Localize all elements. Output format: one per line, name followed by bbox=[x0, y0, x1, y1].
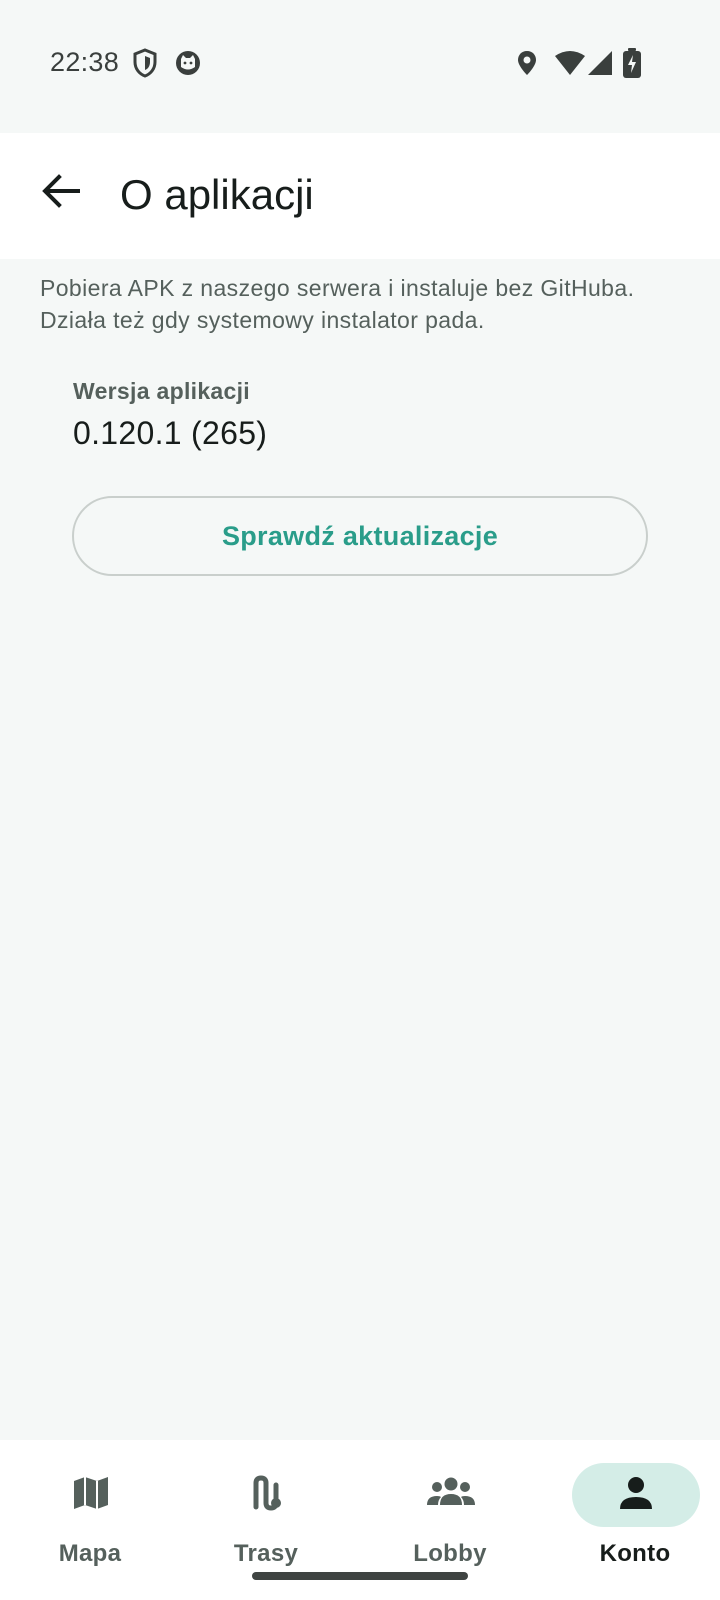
route-icon bbox=[247, 1473, 287, 1518]
map-icon bbox=[71, 1473, 111, 1518]
app-bar: O aplikacji bbox=[0, 133, 720, 259]
app-description: Pobiera APK z naszego serwera i instaluj… bbox=[40, 275, 635, 333]
back-button[interactable] bbox=[30, 163, 90, 223]
nav-indicator bbox=[387, 1463, 515, 1527]
nav-indicator bbox=[203, 1463, 331, 1527]
nav-item-konto[interactable]: Konto bbox=[545, 1440, 720, 1600]
nav-label-konto: Konto bbox=[599, 1540, 671, 1567]
nav-indicator-active bbox=[572, 1463, 700, 1527]
page-title: O aplikacji bbox=[120, 171, 314, 218]
arrow-left-icon bbox=[40, 171, 80, 216]
location-pin-icon bbox=[516, 50, 538, 81]
battery-charging-icon bbox=[622, 48, 642, 83]
nav-label-mapa: Mapa bbox=[58, 1540, 122, 1567]
person-icon bbox=[618, 1475, 654, 1516]
check-updates-button[interactable]: Sprawdź aktualizacje bbox=[72, 496, 648, 576]
nav-indicator bbox=[27, 1463, 155, 1527]
signal-icon bbox=[587, 50, 613, 81]
nav-label-lobby: Lobby bbox=[413, 1540, 487, 1567]
nav-label-trasy: Trasy bbox=[233, 1540, 299, 1567]
group-icon bbox=[426, 1475, 476, 1516]
version-label: Wersja aplikacji bbox=[73, 378, 250, 404]
cat-face-icon bbox=[175, 50, 201, 81]
wifi-icon bbox=[554, 50, 586, 81]
version-value: 0.120.1 (265) bbox=[73, 415, 268, 451]
shield-icon bbox=[132, 48, 158, 83]
home-indicator[interactable] bbox=[252, 1572, 468, 1580]
nav-item-mapa[interactable]: Mapa bbox=[0, 1440, 180, 1600]
status-bar: 22:38 bbox=[0, 0, 720, 133]
status-time: 22:38 bbox=[50, 47, 120, 77]
